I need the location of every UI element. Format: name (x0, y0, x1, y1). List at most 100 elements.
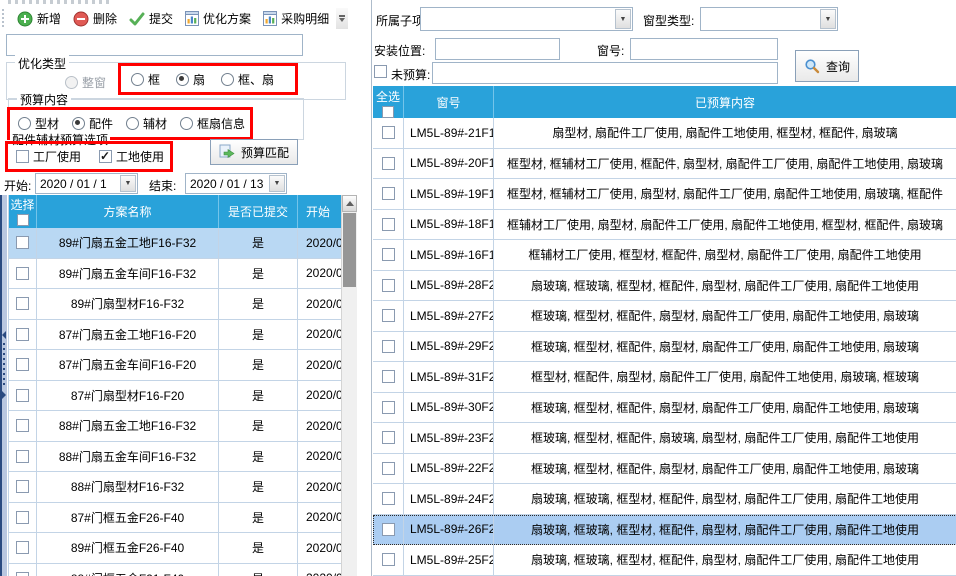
date-end-picker[interactable]: 2020 / 01 / 13 ▼ (185, 173, 287, 194)
no-budget-input[interactable] (432, 62, 778, 84)
budgeted-column-header[interactable]: 已预算内容 (494, 86, 956, 118)
window-row[interactable]: LM5L-89#-29F27 框玻璃, 框型材, 框配件, 扇型材, 扇配件工厂… (373, 332, 956, 363)
window-row[interactable]: LM5L-89#-26F24 扇玻璃, 框玻璃, 框型材, 框配件, 扇型材, … (373, 515, 956, 546)
select-all-checkbox[interactable] (382, 106, 394, 118)
chevron-down-icon[interactable]: ▼ (120, 175, 136, 192)
radio-whole-window[interactable]: 整窗 (65, 74, 106, 91)
radio-accessory[interactable]: 配件 (72, 115, 113, 132)
install-position-input[interactable] (435, 38, 560, 60)
row-checkbox[interactable] (382, 248, 395, 261)
window-row[interactable]: LM5L-89#-28F26 扇玻璃, 框玻璃, 框型材, 框配件, 扇型材, … (373, 271, 956, 302)
chevron-down-icon[interactable]: ▼ (820, 9, 836, 29)
date-start-picker[interactable]: 2020 / 01 / 1 ▼ (35, 173, 138, 194)
row-checkbox[interactable] (16, 419, 29, 432)
row-checkbox[interactable] (16, 267, 29, 280)
plan-name-column-header[interactable]: 方案名称 (37, 195, 219, 228)
row-checkbox[interactable] (382, 340, 395, 353)
window-row[interactable]: LM5L-89#-23F21 框玻璃, 框型材, 框配件, 扇玻璃, 扇型材, … (373, 423, 956, 454)
window-row[interactable]: LM5L-89#-25F23 扇玻璃, 框玻璃, 框型材, 框配件, 扇型材, … (373, 545, 956, 576)
window-type-select[interactable]: ▼ (700, 7, 838, 31)
plan-row[interactable]: 87#门扇型材F16-F20 是 2020/0 (9, 381, 357, 412)
plan-row[interactable]: 88#门框五金F21-F40 是 2020/0 (9, 564, 357, 576)
row-checkbox[interactable] (382, 523, 395, 536)
row-checkbox[interactable] (382, 462, 395, 475)
radio-frame-sash-info[interactable]: 框扇信息 (180, 115, 245, 132)
row-checkbox[interactable] (382, 401, 395, 414)
row-checkbox[interactable] (16, 236, 29, 249)
window-row[interactable]: LM5L-89#-24F22 扇玻璃, 框玻璃, 框型材, 框配件, 扇型材, … (373, 484, 956, 515)
radio-sash[interactable]: 扇 (176, 71, 205, 88)
window-row[interactable]: LM5L-89#-27F25 框玻璃, 框型材, 框配件, 扇型材, 扇配件工厂… (373, 301, 956, 332)
toolbar-grip[interactable] (2, 9, 7, 29)
new-button[interactable]: 新增 (11, 7, 67, 30)
plan-row[interactable]: 87#门框五金F26-F40 是 2020/0 (9, 503, 357, 534)
plan-row[interactable]: 89#门扇型材F16-F32 是 2020/0 (9, 289, 357, 320)
row-checkbox[interactable] (382, 279, 395, 292)
select-all-checkbox[interactable] (17, 214, 29, 226)
window-no-input[interactable] (630, 38, 778, 60)
toolbar-overflow-button[interactable] (336, 8, 348, 29)
row-checkbox[interactable] (16, 328, 29, 341)
plan-name-cell: 87#门框五金F26-F40 (37, 503, 219, 533)
optimize-plan-button[interactable]: 优化方案 (179, 7, 257, 30)
plan-row[interactable]: 87#门扇五金工地F16-F20 是 2020/0 (9, 320, 357, 351)
row-checkbox[interactable] (382, 492, 395, 505)
window-row[interactable]: LM5L-89#-19F17 框型材, 框辅材工厂使用, 扇型材, 扇配件工厂使… (373, 179, 956, 210)
window-row[interactable]: LM5L-89#-16F15 框辅材工厂使用, 框型材, 框配件, 扇型材, 扇… (373, 240, 956, 271)
row-checkbox[interactable] (382, 553, 395, 566)
row-checkbox[interactable] (16, 480, 29, 493)
window-row[interactable]: LM5L-89#-21F19 扇型材, 扇配件工厂使用, 扇配件工地使用, 框型… (373, 118, 956, 149)
radio-frame[interactable]: 框 (131, 71, 160, 88)
sub-item-select[interactable]: ▼ (420, 7, 633, 31)
row-checkbox[interactable] (382, 431, 395, 444)
checkbox-site-use[interactable]: 工地使用 (99, 148, 164, 165)
plan-row[interactable]: 89#门框五金F26-F40 是 2020/0 (9, 533, 357, 564)
window-no-column-header[interactable]: 窗号 (404, 86, 494, 118)
radio-frame-sash[interactable]: 框、扇 (221, 71, 274, 88)
scroll-up-icon[interactable] (342, 195, 357, 212)
plan-row[interactable]: 88#门扇五金车间F16-F32 是 2020/0 (9, 442, 357, 473)
report-icon (185, 11, 199, 26)
row-checkbox[interactable] (16, 389, 29, 402)
chevron-down-icon[interactable]: ▼ (615, 9, 631, 29)
row-checkbox[interactable] (16, 511, 29, 524)
checkbox-factory-use[interactable]: 工厂使用 (16, 148, 81, 165)
no-budget-checkbox[interactable] (374, 65, 387, 78)
plan-row[interactable]: 88#门扇五金工地F16-F32 是 2020/0 (9, 411, 357, 442)
chevron-down-icon[interactable]: ▼ (269, 175, 285, 192)
query-button[interactable]: 查询 (795, 50, 859, 82)
window-row[interactable]: LM5L-89#-30F28 框玻璃, 框型材, 框配件, 扇型材, 扇配件工厂… (373, 393, 956, 424)
plan-row[interactable]: 88#门扇型材F16-F32 是 2020/0 (9, 472, 357, 503)
plan-row[interactable]: 89#门扇五金车间F16-F32 是 2020/0 (9, 259, 357, 290)
row-checkbox[interactable] (382, 126, 395, 139)
window-row[interactable]: LM5L-89#-20F18 框型材, 框辅材工厂使用, 框配件, 扇型材, 扇… (373, 149, 956, 180)
checkbox-icon (99, 150, 112, 163)
row-checkbox[interactable] (16, 297, 29, 310)
row-checkbox[interactable] (382, 157, 395, 170)
window-row[interactable]: LM5L-89#-22F20 框玻璃, 框型材, 框配件, 扇型材, 扇配件工厂… (373, 454, 956, 485)
plan-row[interactable]: 89#门扇五金工地F16-F32 是 2020/0 (9, 228, 357, 259)
row-checkbox[interactable] (16, 358, 29, 371)
row-checkbox[interactable] (382, 187, 395, 200)
row-checkbox[interactable] (16, 572, 29, 576)
delete-button[interactable]: 删除 (67, 7, 123, 30)
window-row[interactable]: LM5L-89#-31F29 框型材, 框配件, 扇型材, 扇配件工厂使用, 扇… (373, 362, 956, 393)
report-icon (263, 11, 277, 26)
plan-row[interactable]: 87#门扇五金车间F16-F20 是 2020/0 (9, 350, 357, 381)
row-checkbox[interactable] (382, 218, 395, 231)
budget-match-button[interactable]: 预算匹配 (210, 139, 298, 165)
plan-filter-input[interactable] (6, 34, 303, 56)
plans-scrollbar[interactable] (341, 195, 357, 576)
radio-auxiliary[interactable]: 辅材 (126, 115, 167, 132)
row-checkbox[interactable] (16, 541, 29, 554)
submitted-column-header[interactable]: 是否已提交 (219, 195, 298, 228)
scrollbar-thumb[interactable] (343, 213, 356, 287)
side-splitter[interactable] (0, 195, 7, 576)
window-row[interactable]: LM5L-89#-18F16 框辅材工厂使用, 扇型材, 扇配件工厂使用, 扇配… (373, 210, 956, 241)
row-checkbox[interactable] (16, 450, 29, 463)
submit-button[interactable]: 提交 (123, 7, 179, 30)
row-checkbox[interactable] (382, 370, 395, 383)
row-checkbox[interactable] (382, 309, 395, 322)
budgeted-content-cell: 框玻璃, 框型材, 框配件, 扇型材, 扇配件工厂使用, 扇配件工地使用, 扇玻… (494, 301, 956, 331)
radio-profile[interactable]: 型材 (18, 115, 59, 132)
